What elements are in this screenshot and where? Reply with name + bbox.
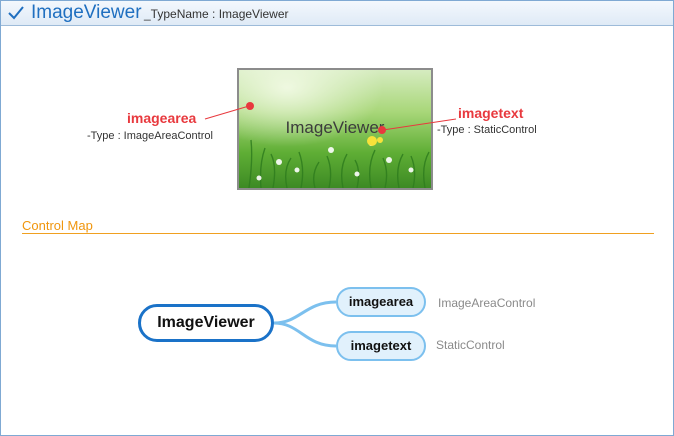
child-type-imagetext: StaticControl xyxy=(436,338,505,352)
child-type-imagearea: ImageAreaControl xyxy=(438,296,536,310)
connector-imagearea xyxy=(273,300,337,325)
child-node-imagetext: imagetext xyxy=(336,331,426,361)
connector-imagetext xyxy=(273,321,337,348)
child-node-imagearea: imagearea xyxy=(336,287,426,317)
control-map-connectors xyxy=(273,300,337,348)
root-node: ImageViewer xyxy=(138,304,274,342)
